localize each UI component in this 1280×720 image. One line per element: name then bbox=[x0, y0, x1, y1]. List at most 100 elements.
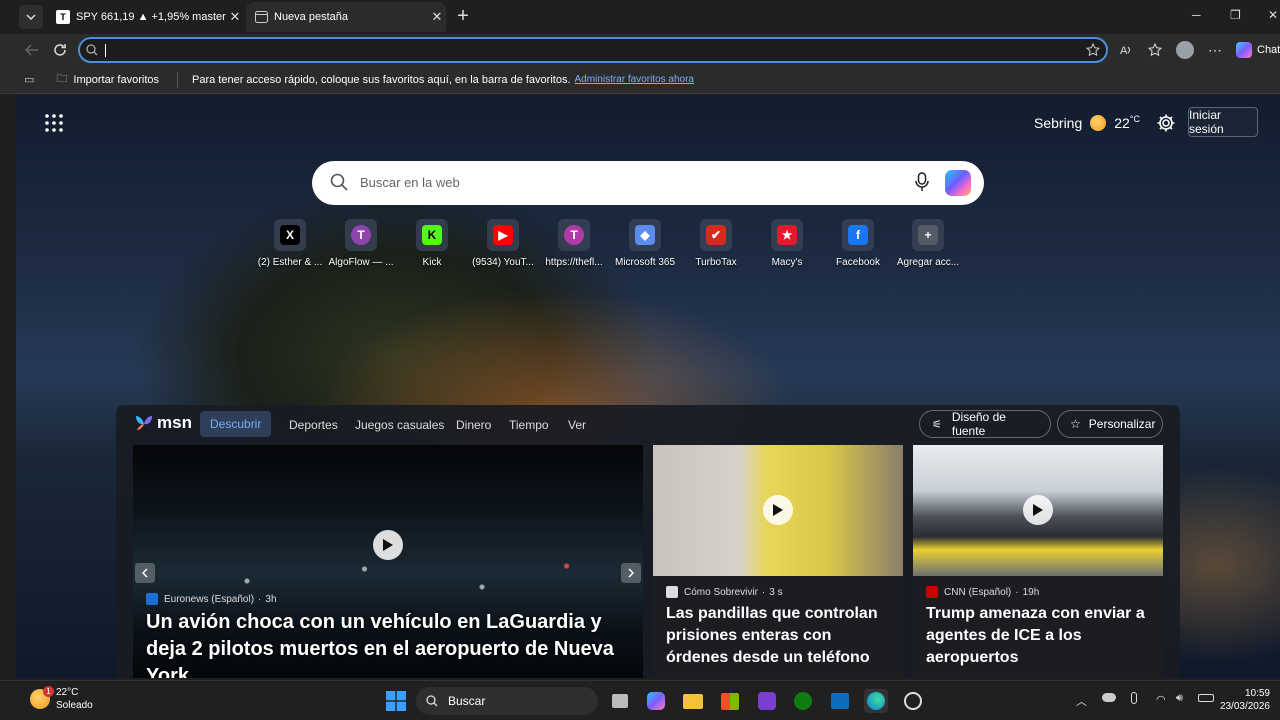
shortcut-label: Kick bbox=[422, 257, 442, 268]
shortcut-tile[interactable]: Thttps://thefl... bbox=[536, 219, 612, 268]
favorites-button[interactable] bbox=[1145, 40, 1165, 60]
star-outline-icon[interactable] bbox=[1086, 43, 1100, 57]
shortcut-glyph: f bbox=[848, 225, 868, 245]
address-input[interactable] bbox=[106, 42, 1066, 60]
arrow-left-icon bbox=[25, 44, 38, 56]
copilot-button[interactable]: Chat bbox=[1236, 40, 1280, 60]
sign-in-button[interactable]: Iniciar sesión bbox=[1188, 107, 1258, 137]
shortcut-tile[interactable]: f Facebook bbox=[820, 219, 896, 268]
profile-button[interactable] bbox=[1175, 40, 1195, 60]
shortcut-tile[interactable]: ★ Macy's bbox=[749, 219, 825, 268]
minimize-button[interactable]: ─ bbox=[1192, 8, 1201, 22]
more-options-button[interactable]: ⋯ bbox=[1205, 40, 1225, 60]
msn-tab-tiempo[interactable]: Tiempo bbox=[509, 418, 549, 432]
shortcut-tile[interactable]: T AlgoFlow — ... bbox=[323, 219, 399, 268]
play-icon[interactable] bbox=[763, 495, 793, 525]
news-card-lead[interactable]: Euronews (Español) · 3h Un avión choca c… bbox=[133, 445, 643, 678]
weather-temp: 22 bbox=[1114, 115, 1130, 131]
tab-spy[interactable]: T SPY 661,19 ▲ +1,95% master reset ✕ bbox=[48, 2, 244, 32]
shortcut-tile[interactable]: K Kick bbox=[394, 219, 470, 268]
close-tab-icon[interactable]: ✕ bbox=[226, 9, 244, 25]
outlook-icon[interactable] bbox=[828, 689, 852, 713]
msn-logo-text: msn bbox=[157, 413, 192, 432]
battery-icon[interactable] bbox=[1198, 694, 1214, 702]
volume-icon[interactable]: 🔊︎ bbox=[1176, 692, 1183, 705]
shortcut-tile[interactable]: + Agregar acc... bbox=[890, 219, 966, 268]
shortcut-glyph: ★ bbox=[777, 225, 797, 245]
news-headline[interactable]: Trump amenaza con enviar a agentes de IC… bbox=[926, 603, 1156, 669]
shortcut-tile[interactable]: ▶ (9534) YouT... bbox=[465, 219, 541, 268]
shortcut-tile[interactable]: ◆ Microsoft 365 bbox=[607, 219, 683, 268]
show-hidden-icons[interactable]: ︿ bbox=[1076, 693, 1087, 709]
shortcut-icon: K bbox=[416, 219, 448, 251]
shortcut-icon: + bbox=[912, 219, 944, 251]
shortcut-icon: T bbox=[345, 219, 377, 251]
msn-tab-juegos[interactable]: Juegos casuales bbox=[355, 418, 444, 432]
msn-tab-ver[interactable]: Ver bbox=[568, 418, 586, 432]
font-design-button[interactable]: ⚟ Diseño de fuente bbox=[919, 410, 1051, 438]
app-launcher-icon[interactable] bbox=[44, 113, 64, 133]
msn-tab-deportes[interactable]: Deportes bbox=[289, 418, 338, 432]
shortcut-tile[interactable]: ✔ TurboTax bbox=[678, 219, 754, 268]
personalize-button[interactable]: ☆ Personalizar bbox=[1057, 410, 1163, 438]
shortcut-glyph: T bbox=[564, 225, 584, 245]
web-search-box[interactable]: Buscar en la web bbox=[312, 161, 984, 205]
new-tab-page: Sebring 22 °C Iniciar sesión Buscar en l… bbox=[16, 95, 1280, 678]
cloud-icon[interactable] bbox=[1102, 693, 1116, 702]
read-aloud-button[interactable]: A bbox=[1116, 40, 1136, 60]
copilot-icon[interactable] bbox=[945, 170, 971, 196]
taskbar-search[interactable]: Buscar bbox=[416, 687, 598, 715]
manage-favorites-link[interactable]: Administrar favoritos ahora bbox=[575, 74, 695, 85]
address-bar[interactable] bbox=[78, 37, 1108, 63]
msn-logo[interactable]: msn bbox=[134, 413, 192, 433]
news-card[interactable]: Cómo Sobrevivir · 3 s Las pandillas que … bbox=[653, 445, 903, 678]
chatgpt-icon[interactable] bbox=[901, 689, 925, 713]
gear-icon[interactable] bbox=[1156, 113, 1176, 133]
play-icon[interactable] bbox=[1023, 495, 1053, 525]
reading-view-icon[interactable]: ▭ bbox=[24, 73, 34, 86]
taskbar-weather[interactable]: 1 22°C Soleado bbox=[30, 686, 93, 712]
copilot-taskbar-icon[interactable] bbox=[644, 689, 668, 713]
msn-tab-descubrir[interactable]: Descubrir bbox=[200, 411, 272, 437]
taskbar-weather-desc: Soleado bbox=[56, 700, 93, 711]
maximize-button[interactable]: ❐ bbox=[1230, 8, 1241, 22]
next-arrow-icon[interactable] bbox=[621, 563, 641, 583]
shortcut-label: Macy's bbox=[771, 257, 803, 268]
camera-app-icon[interactable] bbox=[755, 689, 779, 713]
font-design-label: Diseño de fuente bbox=[951, 410, 1006, 438]
tab-new-tab[interactable]: Nueva pestaña ✕ bbox=[246, 2, 446, 32]
new-tab-button[interactable]: + bbox=[452, 6, 474, 28]
msn-tab-dinero[interactable]: Dinero bbox=[456, 418, 491, 432]
source-name: Cómo Sobrevivir bbox=[684, 586, 758, 598]
source-age: 19h bbox=[1022, 586, 1040, 598]
task-view-icon[interactable] bbox=[608, 689, 632, 713]
news-headline[interactable]: Un avión choca con un vehículo en LaGuar… bbox=[146, 609, 636, 678]
previous-arrow-icon[interactable] bbox=[135, 563, 155, 583]
news-headline[interactable]: Las pandillas que controlan prisiones en… bbox=[666, 603, 896, 669]
start-button[interactable] bbox=[384, 689, 408, 713]
tab-actions-menu[interactable] bbox=[19, 5, 43, 29]
close-window-button[interactable]: ✕ bbox=[1268, 8, 1278, 22]
file-explorer-icon[interactable] bbox=[681, 689, 705, 713]
play-icon[interactable] bbox=[373, 530, 403, 560]
shortcut-tile[interactable]: X (2) Esther & ... bbox=[252, 219, 328, 268]
close-tab-icon[interactable]: ✕ bbox=[428, 9, 446, 25]
microphone-icon[interactable] bbox=[915, 172, 929, 192]
xbox-icon[interactable] bbox=[791, 689, 815, 713]
news-card[interactable]: CNN (Español) · 19h Trump amenaza con en… bbox=[913, 445, 1163, 678]
microsoft-store-icon[interactable] bbox=[718, 689, 742, 713]
shortcut-label: AlgoFlow — ... bbox=[328, 257, 394, 268]
back-button[interactable] bbox=[22, 40, 42, 60]
wifi-icon[interactable]: ◠ bbox=[1156, 693, 1166, 706]
weather-widget[interactable]: Sebring 22 °C bbox=[1034, 113, 1140, 133]
shortcut-glyph: + bbox=[918, 225, 938, 245]
edge-browser-icon[interactable] bbox=[864, 689, 888, 713]
taskbar-clock[interactable]: 10:59 23/03/2026 bbox=[1218, 687, 1270, 713]
notification-badge: 1 bbox=[43, 686, 54, 697]
sliders-icon: ⚟ bbox=[932, 418, 942, 431]
import-favorites-button[interactable]: 🗀 Importar favoritos bbox=[56, 70, 159, 89]
microphone-icon[interactable] bbox=[1131, 692, 1137, 704]
read-aloud-icon: A bbox=[1120, 45, 1130, 57]
reload-button[interactable] bbox=[50, 40, 70, 60]
shortcut-label: TurboTax bbox=[695, 257, 737, 268]
